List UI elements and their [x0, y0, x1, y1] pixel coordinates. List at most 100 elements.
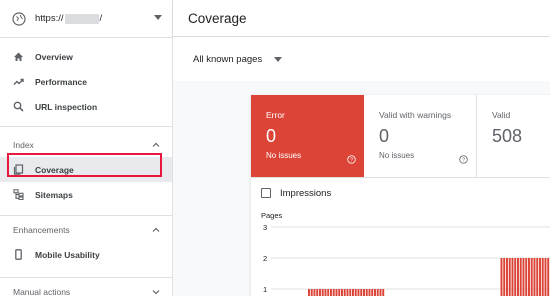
chart-bar[interactable]: [528, 258, 530, 296]
coverage-icon: [13, 164, 24, 175]
chart-bar[interactable]: [539, 258, 541, 296]
chart-bar[interactable]: [368, 289, 371, 296]
help-icon[interactable]: ?: [347, 155, 356, 164]
property-url-prefix: https://: [35, 13, 64, 24]
chart-bar[interactable]: [536, 258, 539, 296]
y-axis-label: Pages: [261, 211, 283, 220]
chart-bar[interactable]: [374, 289, 376, 296]
valid-tile[interactable]: Valid 508: [477, 95, 550, 177]
svg-text:?: ?: [350, 158, 353, 164]
tile-value: 508: [492, 126, 523, 146]
chart-bar[interactable]: [308, 289, 310, 296]
chart-bar[interactable]: [363, 289, 365, 296]
chart-bar[interactable]: [517, 258, 519, 296]
chart-bar[interactable]: [319, 289, 321, 296]
help-icon[interactable]: ?: [459, 155, 468, 164]
chart-bar[interactable]: [508, 258, 511, 296]
sitemap-icon: [13, 189, 24, 200]
chart-bar[interactable]: [346, 289, 349, 296]
chart-bar[interactable]: [310, 289, 313, 296]
section-title: Index: [13, 140, 34, 150]
property-selector[interactable]: https:// /: [0, 0, 172, 38]
property-url: https:// /: [35, 13, 102, 24]
chart-bar[interactable]: [511, 258, 514, 296]
chart-bar[interactable]: [360, 289, 363, 296]
chart-bar[interactable]: [547, 258, 550, 296]
chart-bar[interactable]: [379, 289, 382, 296]
nav-label: URL inspection: [35, 101, 98, 112]
coverage-card: Error 0 No issues ? Valid with warnings …: [251, 95, 550, 296]
chart-bar[interactable]: [500, 258, 503, 296]
chart-bar[interactable]: [338, 289, 341, 296]
dropdown-arrow-icon: [154, 15, 162, 20]
y-tick-label: 2: [263, 254, 267, 263]
chevron-down-icon: [152, 290, 160, 295]
chart-bar[interactable]: [357, 289, 360, 296]
chart-bar[interactable]: [544, 258, 547, 296]
chart-bar[interactable]: [506, 258, 508, 296]
phone-icon: [13, 249, 24, 260]
chart-bar[interactable]: [541, 258, 544, 296]
impressions-label: Impressions: [280, 187, 332, 199]
divider: [0, 277, 172, 278]
chart-bar[interactable]: [349, 289, 352, 296]
divider: [0, 215, 172, 216]
nav-item-overview[interactable]: Overview: [0, 44, 172, 69]
chart-bar[interactable]: [519, 258, 522, 296]
nav-item-coverage[interactable]: Coverage: [0, 157, 172, 182]
chart-bar[interactable]: [525, 258, 528, 296]
valid-with-warnings-tile[interactable]: Valid with warnings 0 No issues ?: [364, 95, 477, 177]
page-header: Coverage: [173, 0, 550, 37]
tile-value: 0: [266, 126, 277, 146]
error-tile[interactable]: Error 0 No issues ?: [251, 95, 364, 177]
pages-filter-dropdown[interactable]: All known pages: [193, 53, 283, 65]
chart-bar[interactable]: [313, 289, 316, 296]
chart-bar[interactable]: [324, 289, 327, 296]
redacted-domain: [64, 13, 99, 24]
impressions-toggle[interactable]: Impressions: [251, 178, 550, 208]
chart-bar[interactable]: [376, 289, 379, 296]
chart-bar[interactable]: [503, 258, 506, 296]
chart-bar[interactable]: [522, 258, 525, 296]
chart-bar[interactable]: [335, 289, 338, 296]
page-title: Coverage: [188, 10, 247, 26]
nav-item-mobile-usability[interactable]: Mobile Usability: [0, 242, 172, 267]
chevron-up-icon: [152, 142, 160, 147]
nav-label: Sitemaps: [35, 189, 73, 200]
chart-bar[interactable]: [330, 289, 332, 296]
section-manual-actions[interactable]: Manual actions: [0, 280, 172, 296]
impressions-checkbox[interactable]: [261, 188, 271, 198]
filter-bar: All known pages: [173, 37, 550, 81]
chart-bar[interactable]: [343, 289, 346, 296]
divider: [0, 126, 172, 127]
nav-item-performance[interactable]: Performance: [0, 69, 172, 94]
chart-bar[interactable]: [332, 289, 335, 296]
chart-bar[interactable]: [316, 289, 319, 296]
chart-bar[interactable]: [354, 289, 357, 296]
chart-bar[interactable]: [352, 289, 354, 296]
chart-bar[interactable]: [365, 289, 368, 296]
y-tick-label: 3: [263, 223, 267, 232]
coverage-chart: Pages 3 2 1: [261, 211, 550, 296]
nav-label: Overview: [35, 51, 73, 62]
chart-bar[interactable]: [321, 289, 324, 296]
chart-bar[interactable]: [533, 258, 536, 296]
sidebar: https:// / Overview Performance URL insp…: [0, 0, 173, 296]
home-icon: [13, 51, 24, 62]
nav-item-url-inspection[interactable]: URL inspection: [0, 94, 172, 119]
nav-label: Performance: [35, 76, 87, 87]
section-index[interactable]: Index: [0, 133, 172, 157]
globe-icon: [12, 11, 26, 26]
filter-label: All known pages: [193, 53, 263, 65]
y-tick-label: 1: [263, 285, 267, 294]
nav-label: Coverage: [35, 164, 74, 175]
chart-bar[interactable]: [530, 258, 533, 296]
section-enhancements[interactable]: Enhancements: [0, 218, 172, 242]
chart-bar[interactable]: [371, 289, 374, 296]
chart-bar[interactable]: [382, 289, 385, 296]
chart-bar[interactable]: [514, 258, 517, 296]
search-icon: [13, 101, 24, 112]
chart-bar[interactable]: [341, 289, 343, 296]
chart-bar[interactable]: [327, 289, 330, 296]
nav-item-sitemaps[interactable]: Sitemaps: [0, 182, 172, 207]
